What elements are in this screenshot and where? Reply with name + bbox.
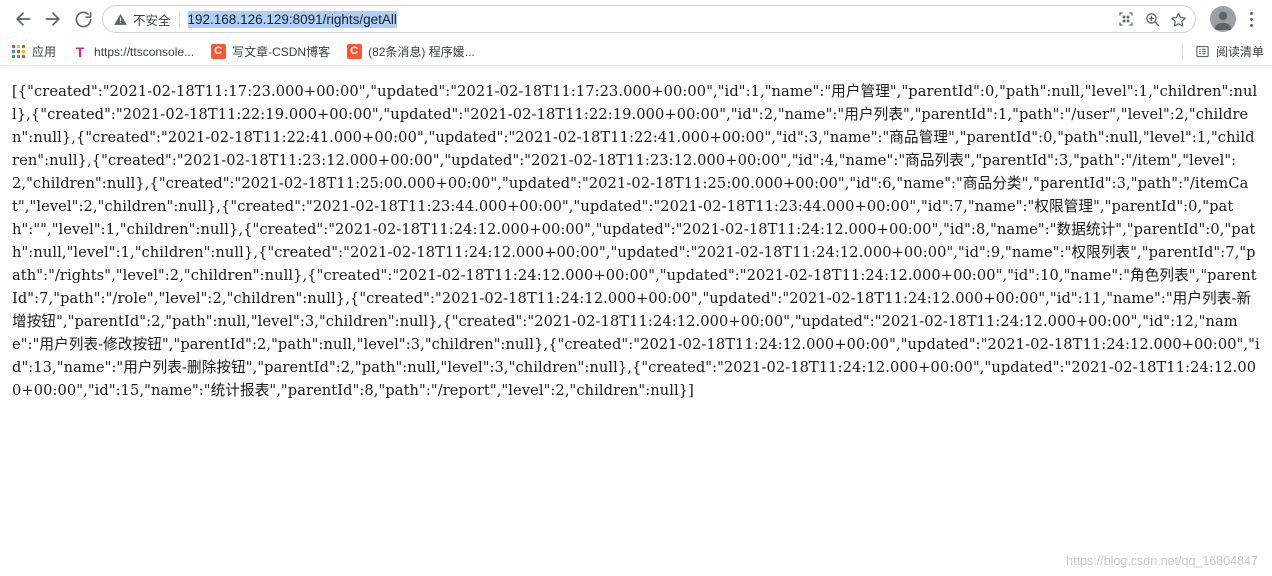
omnibox-divider	[178, 11, 180, 27]
warning-triangle-icon	[114, 13, 127, 25]
browser-chrome: 不安全 192.168.126.129:8091/rights/getAll 应…	[0, 0, 1272, 66]
security-label: 不安全	[133, 13, 171, 28]
toolbar-right	[1202, 4, 1264, 34]
reading-list-icon	[1195, 44, 1210, 59]
zoom-button[interactable]	[1139, 6, 1165, 32]
menu-dot	[1249, 11, 1253, 15]
profile-avatar[interactable]	[1210, 6, 1236, 32]
json-response-body[interactable]: [{"created":"2021-02-18T11:17:23.000+00:…	[12, 80, 1260, 402]
star-icon	[1170, 12, 1186, 27]
menu-dot	[1249, 17, 1253, 21]
back-button[interactable]	[8, 4, 38, 34]
bookmark-label: (82条消息) 程序媛...	[368, 45, 475, 59]
bookmark-item-apps[interactable]: 应用	[10, 43, 56, 60]
menu-dot	[1249, 23, 1253, 27]
bookmarks-bar: 应用 T https://ttsconsole... C 写文章-CSDN博客 …	[0, 38, 1272, 66]
bookmark-item-csdn-write[interactable]: C 写文章-CSDN博客	[210, 43, 330, 60]
url-text: 192.168.126.129:8091/rights/getAll	[187, 10, 397, 28]
bookmark-star-button[interactable]	[1165, 6, 1191, 32]
reload-button[interactable]	[68, 4, 98, 34]
back-arrow-icon	[16, 12, 31, 26]
browser-toolbar: 不安全 192.168.126.129:8091/rights/getAll	[0, 0, 1272, 38]
omnibox-actions	[1113, 6, 1191, 32]
csdn-icon: C	[346, 44, 362, 60]
bookmark-item-csdn-messages[interactable]: C (82条消息) 程序媛...	[346, 43, 475, 60]
reading-list-button[interactable]: 阅读清单	[1181, 43, 1264, 60]
tts-icon: T	[75, 43, 85, 60]
bookmark-label: 写文章-CSDN博客	[232, 45, 331, 59]
address-bar[interactable]: 不安全 192.168.126.129:8091/rights/getAll	[102, 5, 1196, 33]
bookmark-label: https://ttsconsole...	[94, 44, 195, 59]
zoom-icon	[1145, 12, 1159, 26]
forward-button[interactable]	[38, 4, 68, 34]
qr-code-icon	[1119, 12, 1133, 26]
csdn-icon: C	[210, 44, 226, 60]
apps-grid-icon	[10, 44, 26, 60]
page-content: [{"created":"2021-02-18T11:17:23.000+00:…	[0, 66, 1272, 576]
person-icon	[1214, 11, 1232, 30]
bookmark-item-ttsconsole[interactable]: T https://ttsconsole...	[72, 44, 194, 60]
forward-arrow-icon	[45, 12, 60, 26]
chrome-menu-button[interactable]	[1238, 4, 1264, 34]
reload-icon	[75, 11, 91, 27]
watermark: https://blog.csdn.net/qq_16804847	[1066, 554, 1258, 568]
url-field[interactable]: 192.168.126.129:8091/rights/getAll	[187, 10, 1113, 28]
qr-code-button[interactable]	[1113, 6, 1139, 32]
security-chip[interactable]: 不安全	[113, 10, 171, 29]
bookmark-label: 应用	[32, 45, 57, 59]
reading-list-label: 阅读清单	[1215, 45, 1264, 59]
